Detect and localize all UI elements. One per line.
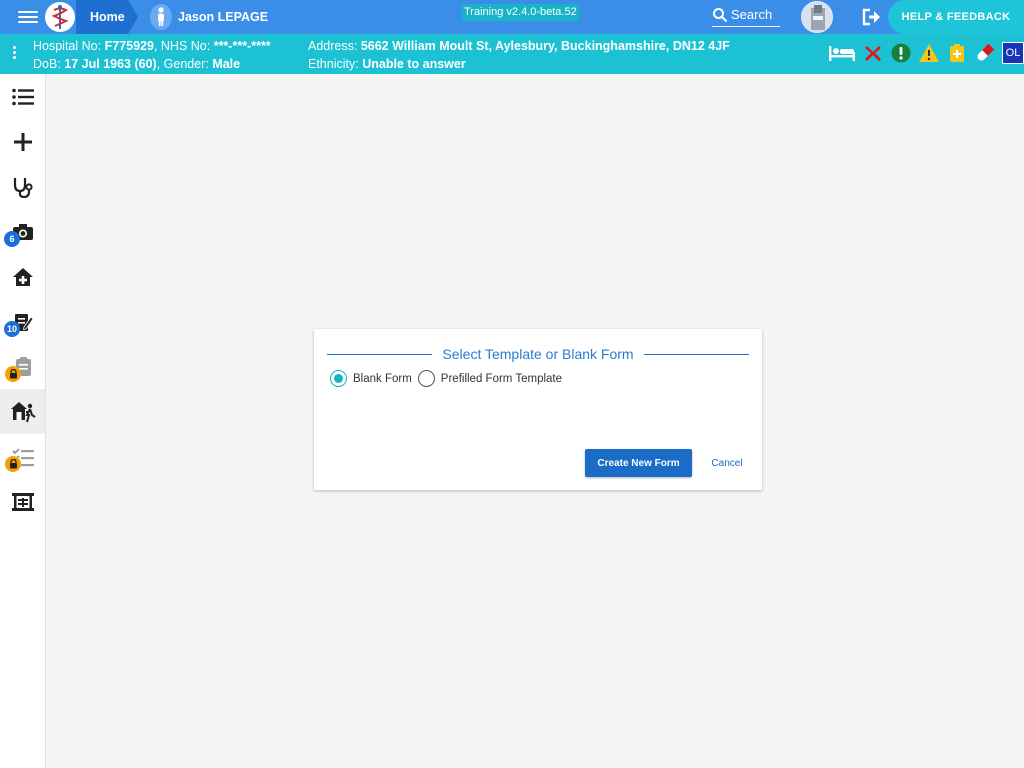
sidebar-item-notes[interactable]: 10 bbox=[0, 299, 45, 344]
patient-banner: Hospital No: F775929, NHS No: ***-***-**… bbox=[0, 34, 1024, 74]
nhs-no-value: ***-***-**** bbox=[213, 39, 271, 53]
home-plus-icon bbox=[12, 267, 33, 286]
address-value: 5662 William Moult St, Aylesbury, Buckin… bbox=[360, 39, 730, 53]
app-logo[interactable] bbox=[45, 2, 75, 32]
ethnicity-label: Ethnicity: bbox=[308, 57, 359, 71]
top-app-bar: Home Jason LEPAGE Training v2.4.0-beta.5… bbox=[0, 0, 1024, 34]
medical-bag-icon[interactable] bbox=[946, 42, 968, 64]
sidebar-item-discharge[interactable] bbox=[0, 389, 45, 434]
help-feedback-button[interactable]: HELP & FEEDBACK bbox=[888, 0, 1024, 34]
warning-icon[interactable] bbox=[918, 42, 940, 64]
create-new-form-button[interactable]: Create New Form bbox=[585, 449, 692, 477]
sidebar-item-clinical[interactable] bbox=[0, 164, 45, 209]
gender-value: Male bbox=[212, 57, 241, 71]
ethnicity-value: Unable to answer bbox=[362, 57, 466, 71]
dob-value: 17 Jul 1963 (60) bbox=[64, 57, 157, 71]
radio-blank-form-label: Blank Form bbox=[353, 372, 412, 385]
hospital-no-value: F775929 bbox=[104, 39, 154, 53]
patient-ids: Hospital No: F775929, NHS No: ***-***-**… bbox=[33, 39, 271, 71]
list-icon bbox=[11, 88, 34, 105]
sidebar-item-forms-locked[interactable] bbox=[0, 344, 45, 389]
version-label: Training v2.4.0-beta.52 bbox=[462, 4, 579, 21]
house-walking-icon bbox=[10, 401, 36, 422]
cancel-button[interactable]: Cancel bbox=[702, 449, 752, 477]
address-label: Address: bbox=[308, 39, 358, 53]
logout-icon[interactable] bbox=[861, 7, 883, 27]
patient-details: Address: 5662 William Moult St, Aylesbur… bbox=[308, 37, 730, 73]
dialog-title-row: Select Template or Blank Form bbox=[327, 345, 749, 363]
plus-icon bbox=[13, 132, 32, 151]
radio-blank-form[interactable]: Blank Form bbox=[330, 370, 412, 387]
photos-count-badge: 6 bbox=[4, 231, 20, 247]
radio-checked-icon bbox=[330, 370, 347, 387]
user-avatar[interactable] bbox=[801, 1, 833, 33]
lock-icon bbox=[5, 366, 21, 382]
sidebar-item-photos[interactable]: 6 bbox=[0, 209, 45, 254]
exclamation-alert-icon[interactable] bbox=[890, 42, 912, 64]
divider bbox=[643, 353, 749, 355]
ol-badge[interactable]: OL bbox=[1002, 42, 1024, 64]
cross-alert-icon[interactable] bbox=[862, 42, 884, 64]
caduceus-icon bbox=[51, 5, 69, 29]
dialog-title: Select Template or Blank Form bbox=[442, 346, 634, 362]
notes-count-badge: 10 bbox=[4, 321, 20, 337]
sidebar-nav: 6 10 bbox=[0, 74, 46, 768]
sidebar-item-list[interactable] bbox=[0, 74, 45, 119]
hamburger-menu-icon[interactable] bbox=[18, 8, 38, 26]
search-icon bbox=[713, 7, 728, 22]
theatre-icon bbox=[11, 492, 34, 511]
bed-icon[interactable] bbox=[828, 42, 856, 64]
radio-unchecked-icon bbox=[417, 370, 435, 387]
nhs-no-label: NHS No: bbox=[160, 39, 211, 53]
patient-name: Jason LEPAGE bbox=[178, 10, 269, 24]
radio-prefilled-template-label: Prefilled Form Template bbox=[440, 372, 563, 385]
search-label: Search bbox=[731, 7, 773, 22]
pill-icon[interactable] bbox=[974, 42, 996, 64]
sidebar-item-theatre[interactable] bbox=[0, 479, 45, 524]
template-select-dialog: Select Template or Blank Form Blank Form… bbox=[314, 329, 762, 490]
breadcrumb-home[interactable]: Home bbox=[76, 0, 138, 34]
breadcrumb-patient[interactable]: Jason LEPAGE bbox=[150, 0, 268, 34]
sidebar-item-home-care[interactable] bbox=[0, 254, 45, 299]
alert-icons: OL bbox=[828, 42, 1024, 64]
form-type-radio-group: Blank Form Prefilled Form Template bbox=[330, 370, 568, 387]
search-button[interactable]: Search bbox=[712, 3, 780, 27]
hospital-no-label: Hospital No: bbox=[33, 39, 102, 53]
stethoscope-icon bbox=[13, 177, 33, 198]
radio-prefilled-template[interactable]: Prefilled Form Template bbox=[417, 370, 563, 387]
gender-label: Gender: bbox=[163, 57, 209, 71]
sidebar-item-checklist-locked[interactable] bbox=[0, 434, 45, 479]
dob-label: DoB: bbox=[33, 57, 61, 71]
person-icon bbox=[150, 4, 172, 30]
more-vert-icon[interactable] bbox=[13, 46, 17, 61]
lock-icon bbox=[5, 456, 21, 472]
sidebar-item-add[interactable] bbox=[0, 119, 45, 164]
divider bbox=[327, 353, 433, 355]
